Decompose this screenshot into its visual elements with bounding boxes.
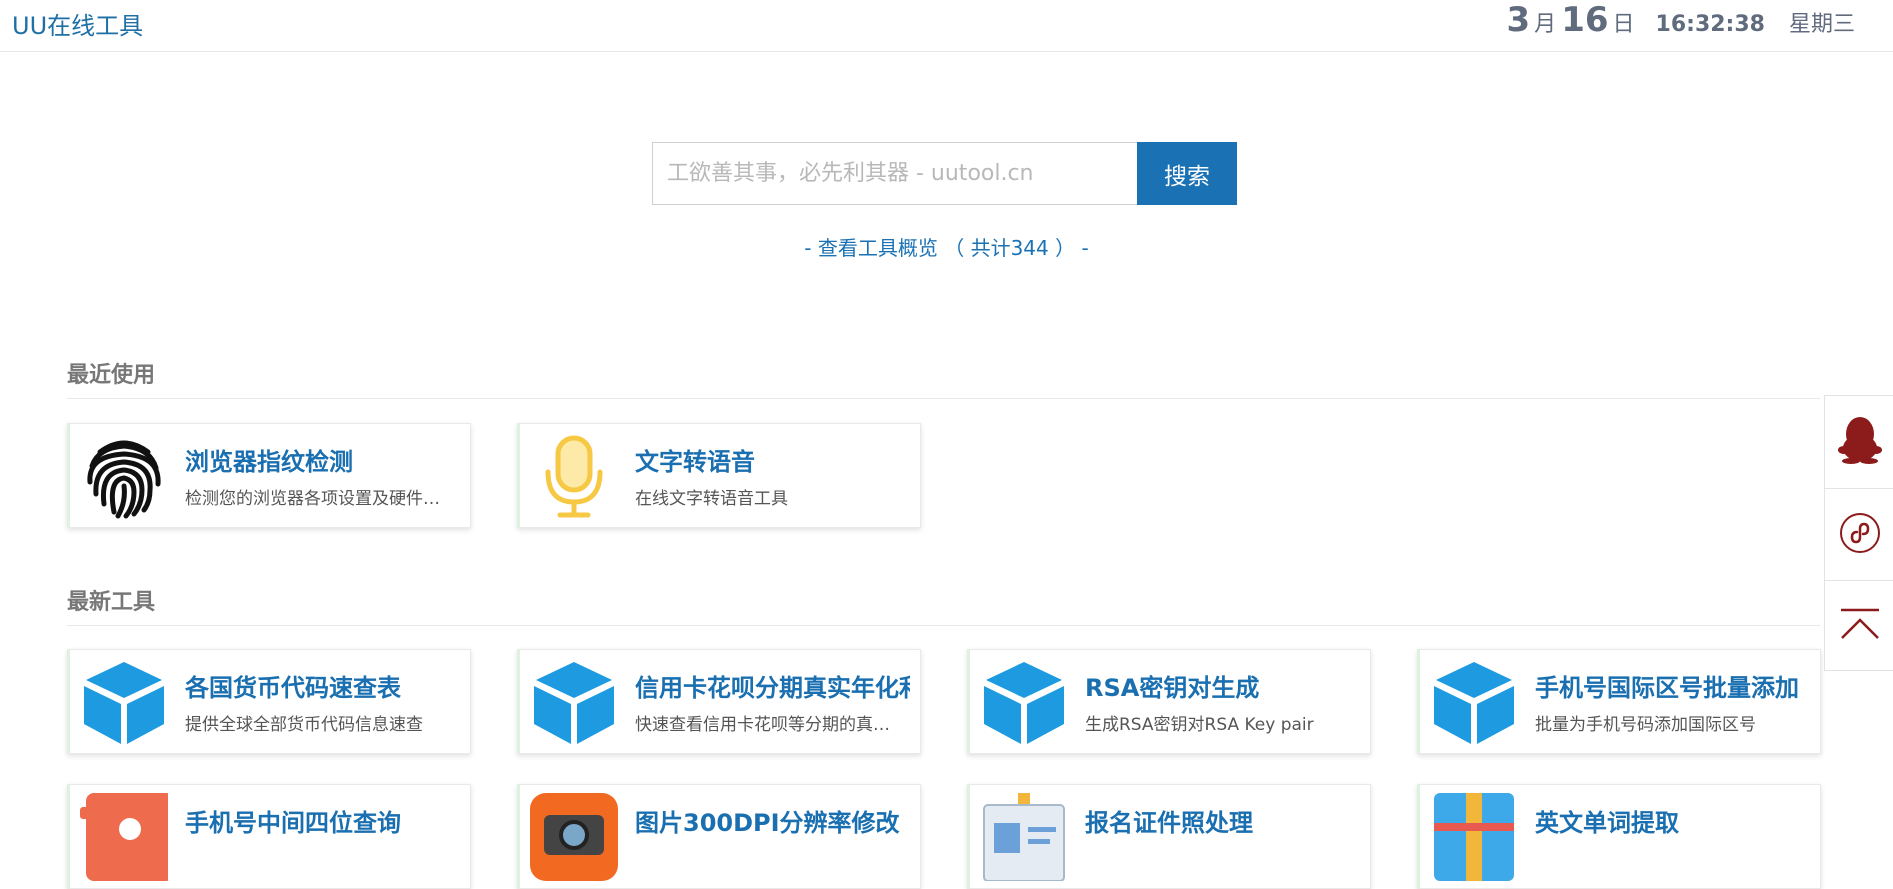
section-title-recent: 最近使用 xyxy=(67,363,156,388)
mini-program-icon xyxy=(1839,512,1881,558)
id-photo-icon xyxy=(980,793,1068,881)
search-input[interactable] xyxy=(652,142,1137,205)
date-time-display: 3 月 16 日 16:32:38 星期三 xyxy=(1507,0,1856,40)
tool-card-title: 文字转语音 xyxy=(635,448,755,476)
date-day: 16 xyxy=(1561,0,1609,40)
cube-icon xyxy=(80,658,168,746)
back-to-top-button[interactable] xyxy=(1825,580,1893,672)
tool-card-browser-fingerprint[interactable]: 浏览器指纹检测 检测您的浏览器各项设置及硬件信息 xyxy=(67,423,471,528)
tool-card-title: 图片300DPI分辨率修改 xyxy=(635,809,900,837)
month-unit: 月 xyxy=(1534,12,1557,37)
tool-card-description: 生成RSA密钥对RSA Key pair xyxy=(1085,715,1314,735)
tool-card-phone-middle-digits[interactable]: 手机号中间四位查询 xyxy=(67,784,471,889)
tool-card-rsa-keypair[interactable]: RSA密钥对生成 生成RSA密钥对RSA Key pair xyxy=(967,649,1371,754)
tool-card-english-word-extract[interactable]: 英文单词提取 xyxy=(1417,784,1821,889)
tool-card-title: 信用卡花呗分期真实年化利率计算 xyxy=(635,674,910,702)
day-unit: 日 xyxy=(1612,12,1635,37)
tool-card-title: 各国货币代码速查表 xyxy=(185,674,401,702)
tool-card-title: 报名证件照处理 xyxy=(1085,809,1253,837)
date-month: 3 xyxy=(1506,0,1531,40)
cube-icon xyxy=(980,658,1068,746)
tool-card-description: 快速查看信用卡花呗等分期的真实利率 xyxy=(635,715,890,735)
cube-icon xyxy=(1430,658,1518,746)
microphone-icon xyxy=(530,432,618,520)
search-button[interactable]: 搜索 xyxy=(1137,142,1237,205)
tool-card-description: 提供全球全部货币代码信息速查 xyxy=(185,715,423,735)
tool-card-currency-codes[interactable]: 各国货币代码速查表 提供全球全部货币代码信息速查 xyxy=(67,649,471,754)
section-title-latest: 最新工具 xyxy=(67,590,156,615)
tool-card-credit-installment-rate[interactable]: 信用卡花呗分期真实年化利率计算 快速查看信用卡花呗等分期的真实利率 xyxy=(517,649,921,754)
floating-sidebar xyxy=(1824,395,1893,671)
qq-penguin-icon xyxy=(1837,416,1883,468)
qq-contact-button[interactable] xyxy=(1825,396,1893,488)
weekday: 星期三 xyxy=(1788,12,1855,37)
document-icon xyxy=(1430,793,1518,881)
search-form: 搜索 xyxy=(652,142,1237,205)
tool-card-title: 英文单词提取 xyxy=(1535,809,1679,837)
tool-card-title: 手机号中间四位查询 xyxy=(185,809,401,837)
section-divider xyxy=(67,625,1820,626)
tool-card-title: 手机号国际区号批量添加 xyxy=(1535,674,1799,702)
camera-icon xyxy=(530,793,618,881)
cube-icon xyxy=(530,658,618,746)
back-to-top-icon xyxy=(1839,608,1881,646)
clock-time: 16:32:38 xyxy=(1655,12,1765,37)
tool-card-image-300dpi[interactable]: 图片300DPI分辨率修改 xyxy=(517,784,921,889)
phone-icon xyxy=(80,793,168,881)
fingerprint-icon xyxy=(80,432,168,520)
site-logo-link[interactable]: UU在线工具 xyxy=(12,6,143,41)
tool-card-phone-country-code[interactable]: 手机号国际区号批量添加 批量为手机号码添加国际区号 xyxy=(1417,649,1821,754)
tool-overview-link[interactable]: - 查看工具概览 （ 共计344 ） - xyxy=(0,232,1893,261)
tool-card-text-to-speech[interactable]: 文字转语音 在线文字转语音工具 xyxy=(517,423,921,528)
section-divider xyxy=(67,398,1820,399)
tool-card-description: 在线文字转语音工具 xyxy=(635,489,788,509)
tool-card-description: 检测您的浏览器各项设置及硬件信息 xyxy=(185,489,440,509)
tool-card-title: RSA密钥对生成 xyxy=(1085,674,1260,702)
tool-card-id-photo[interactable]: 报名证件照处理 xyxy=(967,784,1371,889)
tool-card-description: 批量为手机号码添加国际区号 xyxy=(1535,715,1756,735)
tool-card-title: 浏览器指纹检测 xyxy=(185,448,353,476)
mini-program-button[interactable] xyxy=(1825,488,1893,580)
top-bar: UU在线工具 3 月 16 日 16:32:38 星期三 xyxy=(0,0,1893,52)
